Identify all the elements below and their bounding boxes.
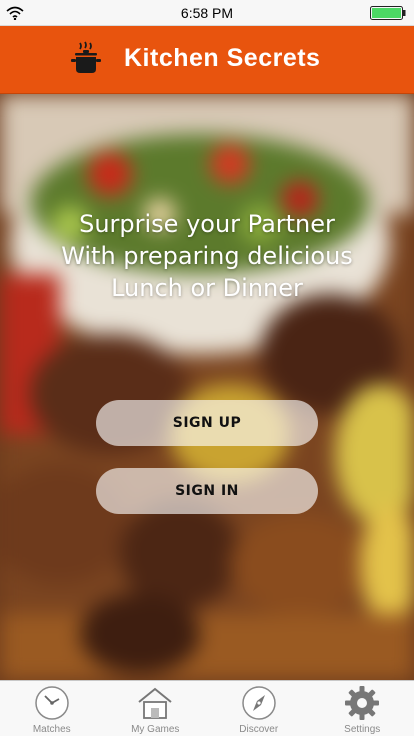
battery-icon [370, 6, 406, 20]
status-time: 6:58 PM [180, 4, 234, 21]
app-header: Kitchen Secrets [0, 26, 414, 94]
tab-bar: Matches My Games Discover Settings [0, 680, 414, 736]
compass-icon [242, 686, 276, 720]
gear-icon [345, 686, 380, 720]
sign-in-button[interactable]: SIGN IN [96, 468, 318, 514]
tab-my-games[interactable]: My Games [104, 681, 208, 736]
hero-background: Surprise your Partner With preparing del… [0, 94, 414, 680]
tab-settings-label: Settings [344, 724, 381, 735]
tab-my-games-label: My Games [131, 724, 180, 735]
status-bar: 6:58 PM [0, 0, 414, 26]
tagline-line-1: Surprise your Partner [79, 210, 335, 238]
tab-settings[interactable]: Settings [311, 681, 414, 736]
app-title: Kitchen Secrets [124, 44, 321, 72]
tagline: Surprise your Partner With preparing del… [0, 208, 414, 304]
clock-icon [35, 686, 69, 720]
tab-matches[interactable]: Matches [0, 681, 104, 736]
tab-discover-label: Discover [239, 724, 279, 735]
wifi-icon [6, 6, 24, 20]
tab-discover[interactable]: Discover [207, 681, 311, 736]
tagline-line-2: With preparing delicious [61, 242, 353, 270]
tab-matches-label: Matches [32, 724, 71, 735]
house-icon [138, 687, 172, 719]
food-background-image [0, 94, 414, 680]
tagline-line-3: Lunch or Dinner [111, 274, 303, 302]
sign-up-button[interactable]: SIGN UP [96, 400, 318, 446]
cooking-pot-icon [71, 41, 101, 73]
